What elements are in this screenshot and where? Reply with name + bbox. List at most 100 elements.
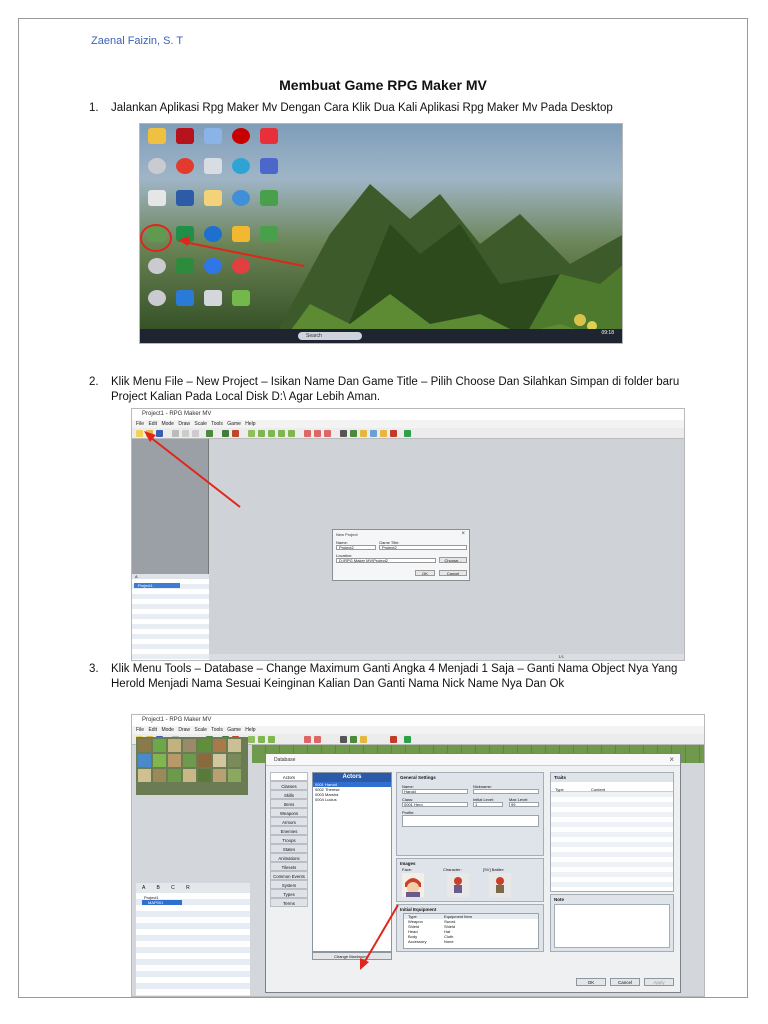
generator-icon[interactable] [390,736,397,743]
category-system[interactable]: System [270,880,308,889]
app-icon[interactable] [148,258,166,274]
cancel-button[interactable]: Cancel [610,978,640,986]
traits-table[interactable]: Type Content [551,787,673,891]
category-troops[interactable]: Troops [270,835,308,844]
animate-icon[interactable] [176,128,194,144]
cut-icon[interactable] [172,430,179,437]
equipment-row[interactable]: Accessory None [404,939,538,944]
sound-icon[interactable] [360,430,367,437]
app-icon[interactable] [204,158,222,174]
class-select[interactable]: 0001 Hero [402,802,468,807]
plugin-icon[interactable] [350,430,357,437]
profile-field[interactable] [402,815,539,827]
category-common-events[interactable]: Common Events [270,871,308,880]
category-items[interactable]: Items [270,799,308,808]
change-maximum-button[interactable]: Change Maximum... [312,952,392,960]
zoom-in-icon[interactable] [304,430,311,437]
zoom-icon[interactable] [204,258,222,274]
ellipse-icon[interactable] [268,430,275,437]
new-icon[interactable] [136,430,143,437]
app-icon[interactable] [148,190,166,206]
app-icon[interactable] [176,258,194,274]
app-icon[interactable] [176,158,194,174]
zoom-out-icon[interactable] [314,430,321,437]
category-weapons[interactable]: Weapons [270,808,308,817]
note-field[interactable] [554,904,670,948]
category-states[interactable]: States [270,844,308,853]
menu-bar[interactable]: File Edit Mode Draw Scale Tools Game Hel… [132,726,704,734]
close-icon[interactable]: × [669,754,674,766]
app-icon[interactable] [176,226,194,242]
vscode-icon[interactable] [176,290,194,306]
face-portrait[interactable] [402,873,424,897]
ellipse-icon[interactable] [268,736,275,743]
category-terms[interactable]: Terms [270,898,308,907]
creative-cloud-icon[interactable] [260,128,278,144]
name-field[interactable]: Project2 [336,545,376,550]
initial-level-field[interactable]: 1 [473,802,503,807]
app-icon[interactable] [260,226,278,242]
database-icon[interactable] [340,736,347,743]
app-icon[interactable] [204,226,222,242]
undo-icon[interactable] [206,430,213,437]
pencil-icon[interactable] [248,736,255,743]
name-field[interactable]: Harold [402,789,468,794]
app-icon[interactable] [232,190,250,206]
choose-button[interactable]: Choose... [439,557,467,563]
app-icon[interactable] [204,128,222,144]
plugin-icon[interactable] [350,736,357,743]
open-icon[interactable] [146,430,153,437]
folder-icon[interactable] [232,226,250,242]
zoom-reset-icon[interactable] [324,430,331,437]
tileset-palette[interactable] [136,737,248,795]
app-icon[interactable] [148,290,166,306]
category-skills[interactable]: Skills [270,790,308,799]
pencil-icon[interactable] [248,430,255,437]
taskbar-search[interactable]: Search [298,332,362,340]
menu-bar[interactable]: File Edit Mode Draw Scale Tools Game Hel… [132,420,684,428]
nickname-field[interactable] [473,789,539,794]
character-icon[interactable] [380,430,387,437]
category-animations[interactable]: Animations [270,853,308,862]
app-icon[interactable] [260,190,278,206]
category-tilesets[interactable]: Tilesets [270,862,308,871]
rect-icon[interactable] [258,430,265,437]
fill-icon[interactable] [278,430,285,437]
ok-button[interactable]: OK [576,978,606,986]
app-icon[interactable] [232,290,250,306]
database-icon[interactable] [340,430,347,437]
event-icon[interactable] [232,430,239,437]
actor-row[interactable]: 0004 Lucius [313,797,391,802]
app-icon[interactable] [232,258,250,274]
category-armors[interactable]: Armors [270,817,308,826]
generator-icon[interactable] [390,430,397,437]
play-icon[interactable] [404,430,411,437]
map-icon[interactable] [222,430,229,437]
category-actors[interactable]: Actors [270,772,308,781]
character-sprite[interactable] [447,873,469,897]
rect-icon[interactable] [258,736,265,743]
app-icon[interactable] [148,158,166,174]
folder-icon[interactable] [148,128,166,144]
category-enemies[interactable]: Enemies [270,826,308,835]
app-icon[interactable] [204,290,222,306]
save-icon[interactable] [156,430,163,437]
copy-icon[interactable] [182,430,189,437]
map-tree-item[interactable]: Project1 [134,583,180,588]
category-types[interactable]: Types [270,889,308,898]
record-icon[interactable] [232,128,250,144]
close-icon[interactable]: × [461,531,465,537]
battler-sprite[interactable] [489,873,511,897]
apply-button[interactable]: Apply [644,978,674,986]
game-title-field[interactable]: Project2 [379,545,467,550]
zoom-in-icon[interactable] [304,736,311,743]
category-classes[interactable]: Classes [270,781,308,790]
paste-icon[interactable] [192,430,199,437]
edge-icon[interactable] [232,158,250,174]
play-icon[interactable] [404,736,411,743]
shadow-pen-icon[interactable] [288,430,295,437]
zoom-out-icon[interactable] [314,736,321,743]
resource-icon[interactable] [370,430,377,437]
cancel-button[interactable]: Cancel [439,570,467,576]
app-icon[interactable] [204,190,222,206]
